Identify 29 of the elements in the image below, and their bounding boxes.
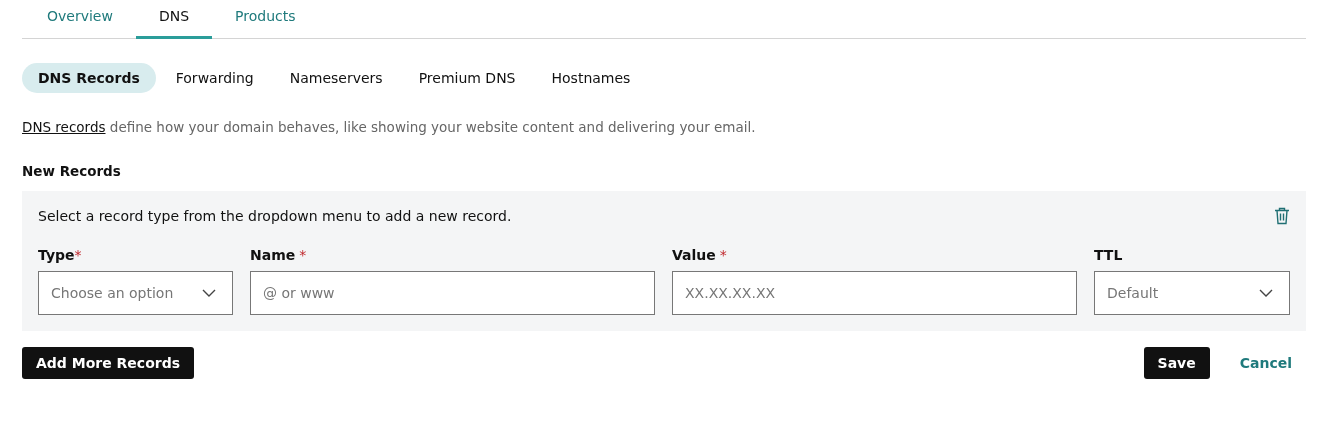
intro-text: DNS records define how your domain behaves, like showing your website content and delivering your email. bbox=[22, 119, 757, 135]
subtab[interactable]: Forwarding bbox=[159, 63, 270, 93]
input-field[interactable]: @ or www bbox=[250, 271, 655, 315]
field-label: Value bbox=[672, 247, 716, 263]
tab[interactable]: DNS bbox=[135, 0, 213, 39]
chevron-icon bbox=[1259, 289, 1273, 297]
tab[interactable]: Products bbox=[212, 0, 319, 39]
section-title: New Records bbox=[22, 163, 122, 179]
dropdown-field[interactable]: Default bbox=[1094, 271, 1290, 315]
required-mark: * bbox=[74, 247, 82, 263]
field-label: TTL bbox=[1094, 247, 1123, 263]
cancel-link[interactable]: Cancel bbox=[1239, 355, 1306, 371]
dns-records-link[interactable]: DNS records bbox=[22, 119, 106, 135]
input-field[interactable]: XX.XX.XX.XX bbox=[672, 271, 1077, 315]
required-mark: * bbox=[299, 247, 307, 263]
field-label: Name bbox=[250, 247, 296, 263]
required-mark: * bbox=[719, 247, 727, 263]
subtab[interactable]: Nameservers bbox=[273, 63, 399, 93]
instruction-text: Select a record type from the dropdown menu to add a new record. bbox=[38, 208, 512, 224]
trash-icon[interactable] bbox=[1274, 207, 1290, 225]
subtab[interactable]: Hostnames bbox=[535, 63, 647, 93]
subtab[interactable]: DNS Records bbox=[22, 63, 156, 93]
subtab[interactable]: Premium DNS bbox=[402, 63, 532, 93]
save-button[interactable]: Save bbox=[1143, 347, 1210, 379]
dropdown-field[interactable]: Choose an option bbox=[38, 271, 233, 315]
field-label: Type bbox=[38, 247, 75, 263]
chevron-icon bbox=[202, 289, 216, 297]
tab[interactable]: Overview bbox=[24, 0, 136, 39]
add-records-button[interactable]: Add More Records bbox=[22, 347, 195, 379]
